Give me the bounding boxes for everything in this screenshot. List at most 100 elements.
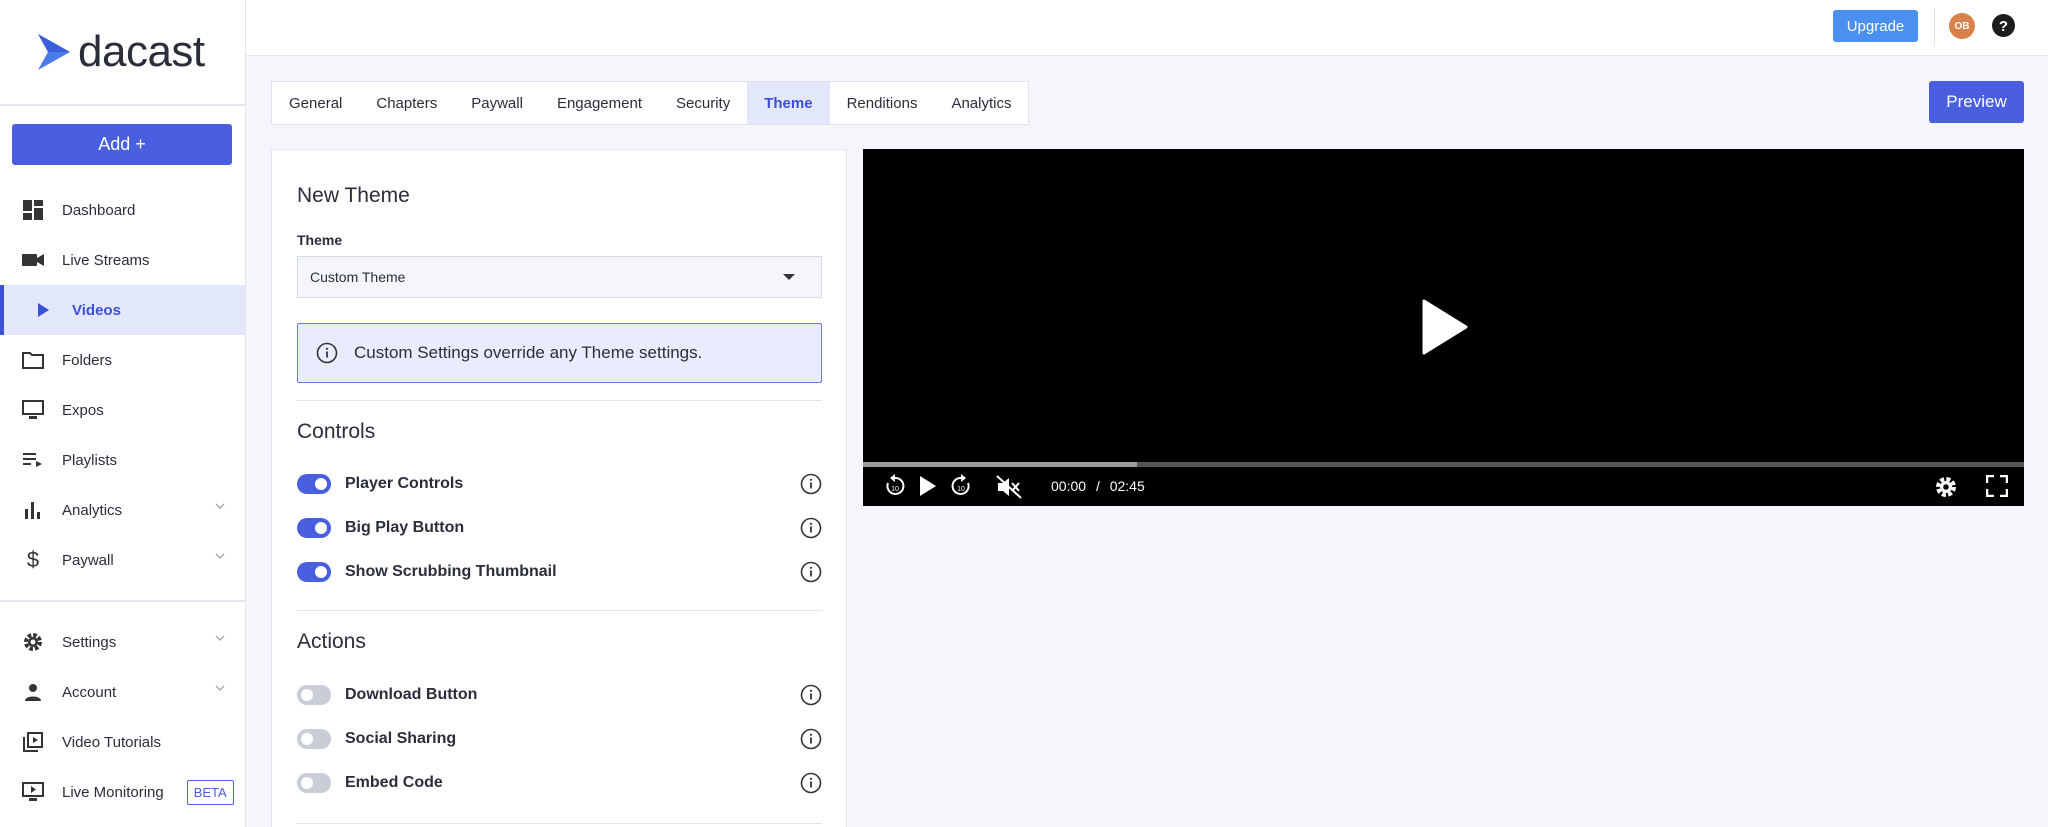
theme-select[interactable]: Custom Theme: [297, 256, 822, 298]
toggle-row-player-controls: Player Controls: [297, 470, 822, 498]
info-icon[interactable]: [800, 561, 822, 583]
logo[interactable]: dacast: [0, 0, 245, 106]
video-library-icon: [22, 731, 44, 753]
dollar-icon: $: [26, 547, 40, 572]
sidebar: dacast Add + Dashboard Live Streams Vide…: [0, 0, 246, 827]
sidebar-item-videos[interactable]: Videos: [0, 285, 245, 335]
sidebar-item-live-streams[interactable]: Live Streams: [0, 235, 245, 285]
info-banner: Custom Settings override any Theme setti…: [297, 323, 822, 383]
sidebar-item-label: Expos: [62, 401, 104, 419]
social-sharing-toggle[interactable]: [297, 729, 331, 749]
toggle-row-scrubbing-thumbnail: Show Scrubbing Thumbnail: [297, 558, 822, 586]
bar-chart-icon: [22, 499, 44, 521]
time-separator: /: [1095, 478, 1100, 494]
avatar[interactable]: OB: [1949, 13, 1975, 39]
download-button-toggle[interactable]: [297, 685, 331, 705]
chevron-down-icon: [215, 553, 225, 560]
sidebar-item-dashboard[interactable]: Dashboard: [0, 185, 245, 235]
toggle-label: Download Button: [345, 686, 478, 703]
sidebar-item-settings[interactable]: Settings: [0, 617, 245, 667]
current-time: 00:00: [1051, 478, 1087, 494]
toggle-label: Player Controls: [345, 475, 464, 492]
tab-chapters[interactable]: Chapters: [359, 82, 454, 124]
monitor-icon: [22, 399, 44, 421]
tab-general[interactable]: General: [272, 82, 359, 124]
panel-title: New Theme: [297, 184, 410, 207]
divider: [297, 400, 822, 401]
gear-icon: [22, 631, 44, 653]
chevron-down-icon: [215, 685, 225, 692]
toggle-label: Embed Code: [345, 774, 443, 791]
info-icon: [316, 342, 338, 364]
logo-text: dacast: [78, 27, 205, 76]
play-icon: [32, 299, 54, 321]
info-icon[interactable]: [800, 473, 822, 495]
scrubbing-thumbnail-toggle[interactable]: [297, 562, 331, 582]
chevron-down-icon: [215, 635, 225, 642]
tab-analytics[interactable]: Analytics: [934, 82, 1028, 124]
play-icon[interactable]: [919, 475, 937, 497]
sidebar-item-analytics[interactable]: Analytics: [0, 485, 245, 535]
controls-title: Controls: [297, 420, 376, 443]
sidebar-item-label: Video Tutorials: [62, 733, 161, 751]
tab-renditions[interactable]: Renditions: [830, 82, 935, 124]
info-icon[interactable]: [800, 684, 822, 706]
toggle-label: Big Play Button: [345, 519, 465, 536]
duration: 02:45: [1109, 478, 1145, 494]
dashboard-icon: [22, 199, 44, 221]
muted-volume-icon[interactable]: [996, 475, 1022, 499]
preview-button[interactable]: Preview: [1929, 81, 2024, 123]
tab-bar: General Chapters Paywall Engagement Secu…: [271, 81, 1030, 125]
toggle-row-embed-code: Embed Code: [297, 769, 822, 797]
sidebar-item-label: Videos: [72, 301, 121, 319]
sidebar-item-label: Settings: [62, 633, 117, 651]
big-play-icon[interactable]: [1421, 299, 1469, 355]
actions-title: Actions: [297, 630, 366, 653]
sidebar-item-label: Playlists: [62, 451, 118, 469]
svg-text:?: ?: [1999, 18, 2008, 35]
theme-settings-panel: New Theme Theme Custom Theme Custom Sett…: [271, 149, 847, 827]
sidebar-item-live-monitoring[interactable]: Live Monitoring BETA: [0, 767, 245, 817]
sidebar-item-label: Dashboard: [62, 201, 136, 219]
info-icon[interactable]: [800, 772, 822, 794]
sidebar-item-paywall[interactable]: $ Paywall: [0, 535, 245, 585]
sidebar-item-playlists[interactable]: Playlists: [0, 435, 245, 485]
sidebar-item-video-tutorials[interactable]: Video Tutorials: [0, 717, 245, 767]
person-icon: [22, 681, 44, 703]
header-divider: [1934, 8, 1935, 46]
fullscreen-icon[interactable]: [1986, 475, 2008, 497]
toggle-row-social-sharing: Social Sharing: [297, 725, 822, 753]
player-controls-toggle[interactable]: [297, 474, 331, 494]
toggle-row-download-button: Download Button: [297, 681, 822, 709]
divider: [297, 610, 822, 611]
player-control-bar: 10 10 00:00 / 02:45: [863, 467, 2024, 506]
tab-theme[interactable]: Theme: [747, 82, 830, 124]
dropdown-caret-icon: [783, 274, 795, 280]
info-icon[interactable]: [800, 728, 822, 750]
tab-security[interactable]: Security: [659, 82, 747, 124]
rewind-10-icon[interactable]: 10: [883, 473, 907, 499]
sidebar-item-label: Folders: [62, 351, 113, 369]
svg-text:10: 10: [957, 486, 965, 493]
help-icon[interactable]: ?: [1991, 13, 2016, 38]
tab-paywall[interactable]: Paywall: [454, 82, 540, 124]
add-button[interactable]: Add +: [12, 124, 232, 165]
toggle-label: Show Scrubbing Thumbnail: [345, 563, 557, 580]
info-icon[interactable]: [800, 517, 822, 539]
tab-engagement[interactable]: Engagement: [540, 82, 659, 124]
divider: [297, 823, 822, 824]
settings-gear-icon[interactable]: [1934, 475, 1958, 499]
video-player[interactable]: 10 10 00:00 / 02:45: [863, 149, 2024, 506]
sidebar-item-expos[interactable]: Expos: [0, 385, 245, 435]
big-play-button-toggle[interactable]: [297, 518, 331, 538]
upgrade-button[interactable]: Upgrade: [1833, 10, 1918, 42]
sidebar-item-folders[interactable]: Folders: [0, 335, 245, 385]
embed-code-toggle[interactable]: [297, 773, 331, 793]
sidebar-item-account[interactable]: Account: [0, 667, 245, 717]
dacast-logo-icon: [38, 34, 70, 70]
forward-10-icon[interactable]: 10: [949, 473, 973, 499]
svg-text:10: 10: [891, 486, 899, 493]
chevron-down-icon: [215, 503, 225, 510]
sidebar-item-label: Analytics: [62, 501, 123, 519]
playlist-icon: [22, 449, 44, 471]
